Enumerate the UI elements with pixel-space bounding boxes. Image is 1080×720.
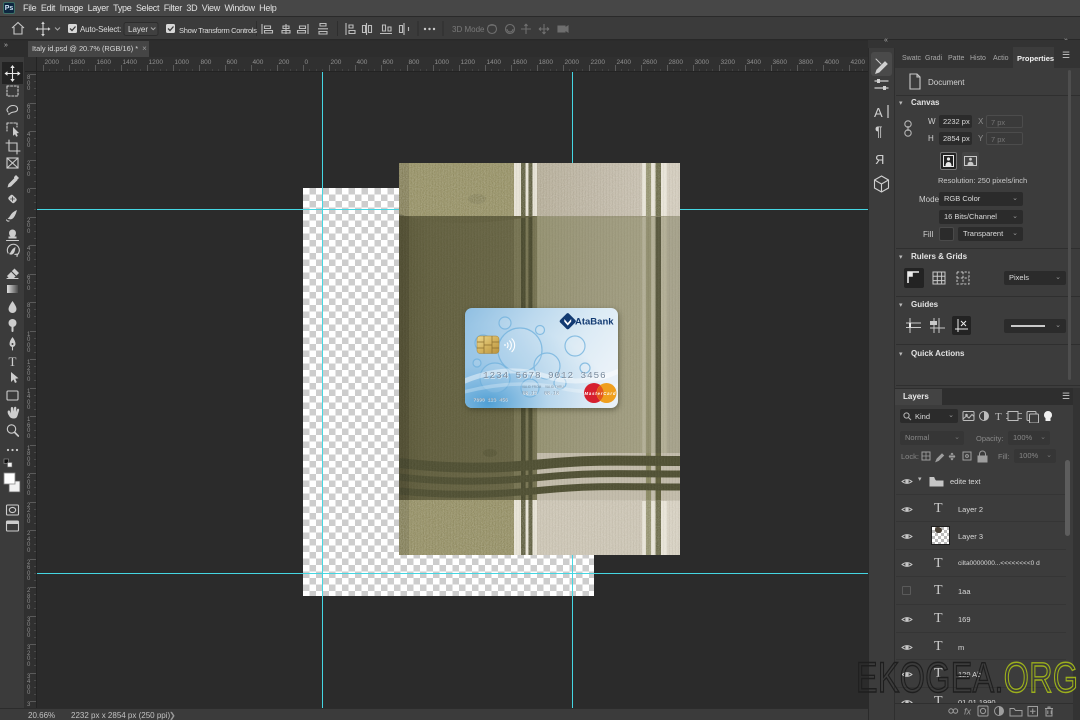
- svg-text:VALID FROM: VALID FROM: [522, 385, 542, 389]
- svg-text:MasterCard: MasterCard: [585, 391, 616, 396]
- svg-text:AtaBank: AtaBank: [575, 317, 614, 328]
- svg-text:1234 5678 9012 3456: 1234 5678 9012 3456: [483, 370, 607, 381]
- svg-text:T: T: [9, 354, 17, 369]
- svg-text:08.12: 08.12: [522, 391, 537, 397]
- svg-text:T: T: [995, 411, 1002, 423]
- svg-text:Я: Я: [875, 152, 884, 167]
- svg-text:7890 123 456: 7890 123 456: [473, 397, 508, 403]
- svg-text:08.18: 08.18: [544, 391, 559, 397]
- svg-text:VALID THRU: VALID THRU: [545, 385, 564, 389]
- svg-text:fx: fx: [964, 707, 972, 717]
- svg-text:A: A: [874, 105, 883, 120]
- svg-text:¶: ¶: [875, 123, 883, 139]
